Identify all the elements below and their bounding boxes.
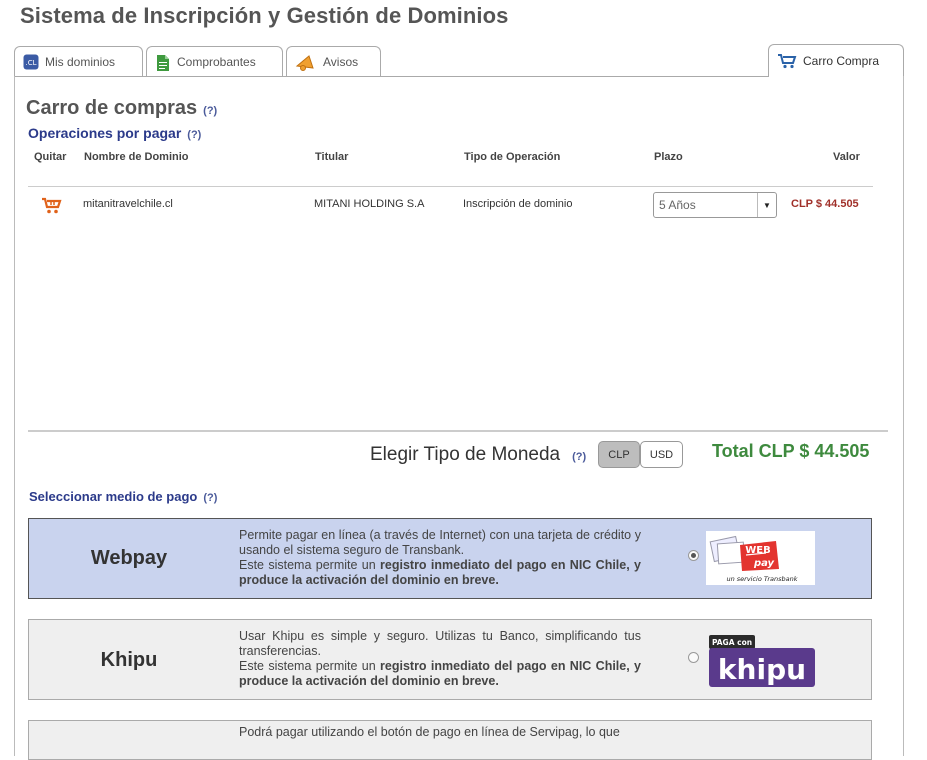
column-header-holder: Titular (315, 151, 349, 163)
svg-text:pay: pay (753, 558, 775, 569)
holder-name: MITANI HOLDING S.A (314, 198, 425, 210)
cart-heading: Carro de compras (?) (26, 97, 218, 119)
remove-from-cart-icon[interactable] (41, 197, 63, 220)
currency-label: Elegir Tipo de Moneda (?) (370, 444, 587, 465)
payment-method-khipu[interactable]: Khipu Usar Khipu es simple y seguro. Uti… (28, 619, 872, 700)
term-select[interactable]: 5 Años ▼ (653, 192, 777, 218)
currency-clp-button[interactable]: CLP (598, 441, 640, 468)
svg-text:PAGA con: PAGA con (712, 638, 752, 647)
column-header-operation: Tipo de Operación (464, 151, 561, 163)
help-link[interactable]: (?) (187, 129, 201, 141)
payment-method-description: Usar Khipu es simple y seguro. Utilizas … (239, 629, 641, 688)
khipu-radio[interactable] (688, 652, 699, 663)
term-select-value: 5 Años (659, 198, 696, 212)
row-value: CLP $ 44.505 (791, 198, 859, 210)
operation-type: Inscripción de dominio (463, 198, 573, 210)
payment-method-servipag[interactable]: Podrá pagar utilizando el botón de pago … (28, 720, 872, 760)
webpay-logo: WEB pay un servicio Transbank (706, 531, 815, 585)
total-amount: Total CLP $ 44.505 (712, 441, 870, 461)
page-title: Sistema de Inscripción y Gestión de Domi… (20, 3, 509, 28)
payment-method-name: Webpay (90, 547, 168, 569)
payment-method-description: Podrá pagar utilizando el botón de pago … (239, 725, 620, 739)
help-link[interactable]: (?) (203, 492, 217, 504)
webpay-radio[interactable] (688, 550, 699, 561)
currency-usd-button[interactable]: USD (640, 441, 683, 468)
payment-method-description: Permite pagar en línea (a través de Inte… (239, 528, 641, 587)
column-header-term: Plazo (654, 151, 683, 163)
payment-method-name: Khipu (100, 649, 158, 671)
svg-text:un servicio Transbank: un servicio Transbank (726, 575, 797, 583)
tab-comprobantes[interactable]: Comprobantes (146, 46, 283, 76)
column-header-quitar: Quitar (34, 151, 67, 163)
operations-heading: Operaciones por pagar (?) (28, 125, 202, 141)
payment-heading: Seleccionar medio de pago (?) (29, 489, 218, 504)
chevron-down-icon[interactable]: ▼ (757, 193, 776, 217)
svg-text:khipu: khipu (718, 653, 806, 686)
tab-label: Mis dominios (45, 54, 116, 69)
column-header-domain: Nombre de Dominio (84, 151, 189, 163)
tab-label: Comprobantes (177, 54, 256, 69)
tab-mis-dominios[interactable]: .CL Mis dominios (14, 46, 143, 76)
document-icon (155, 54, 171, 71)
megaphone-icon (295, 54, 317, 71)
header-divider (28, 186, 873, 187)
khipu-logo: PAGA con khipu (708, 635, 816, 687)
domain-name: mitanitravelchile.cl (83, 198, 173, 210)
tab-carro-compra[interactable]: Carro Compra (768, 44, 904, 77)
column-header-value: Valor (833, 151, 860, 163)
shopping-cart-icon (777, 53, 797, 69)
tab-label: Avisos (323, 54, 359, 69)
cl-domain-icon: .CL (23, 54, 39, 70)
section-divider (28, 430, 888, 432)
svg-text:.CL: .CL (25, 59, 36, 67)
payment-method-webpay[interactable]: Webpay Permite pagar en línea (a través … (28, 518, 872, 599)
tab-avisos[interactable]: Avisos (286, 46, 381, 76)
tab-label: Carro Compra (803, 54, 880, 68)
help-link[interactable]: (?) (572, 451, 586, 463)
help-link[interactable]: (?) (203, 105, 217, 117)
